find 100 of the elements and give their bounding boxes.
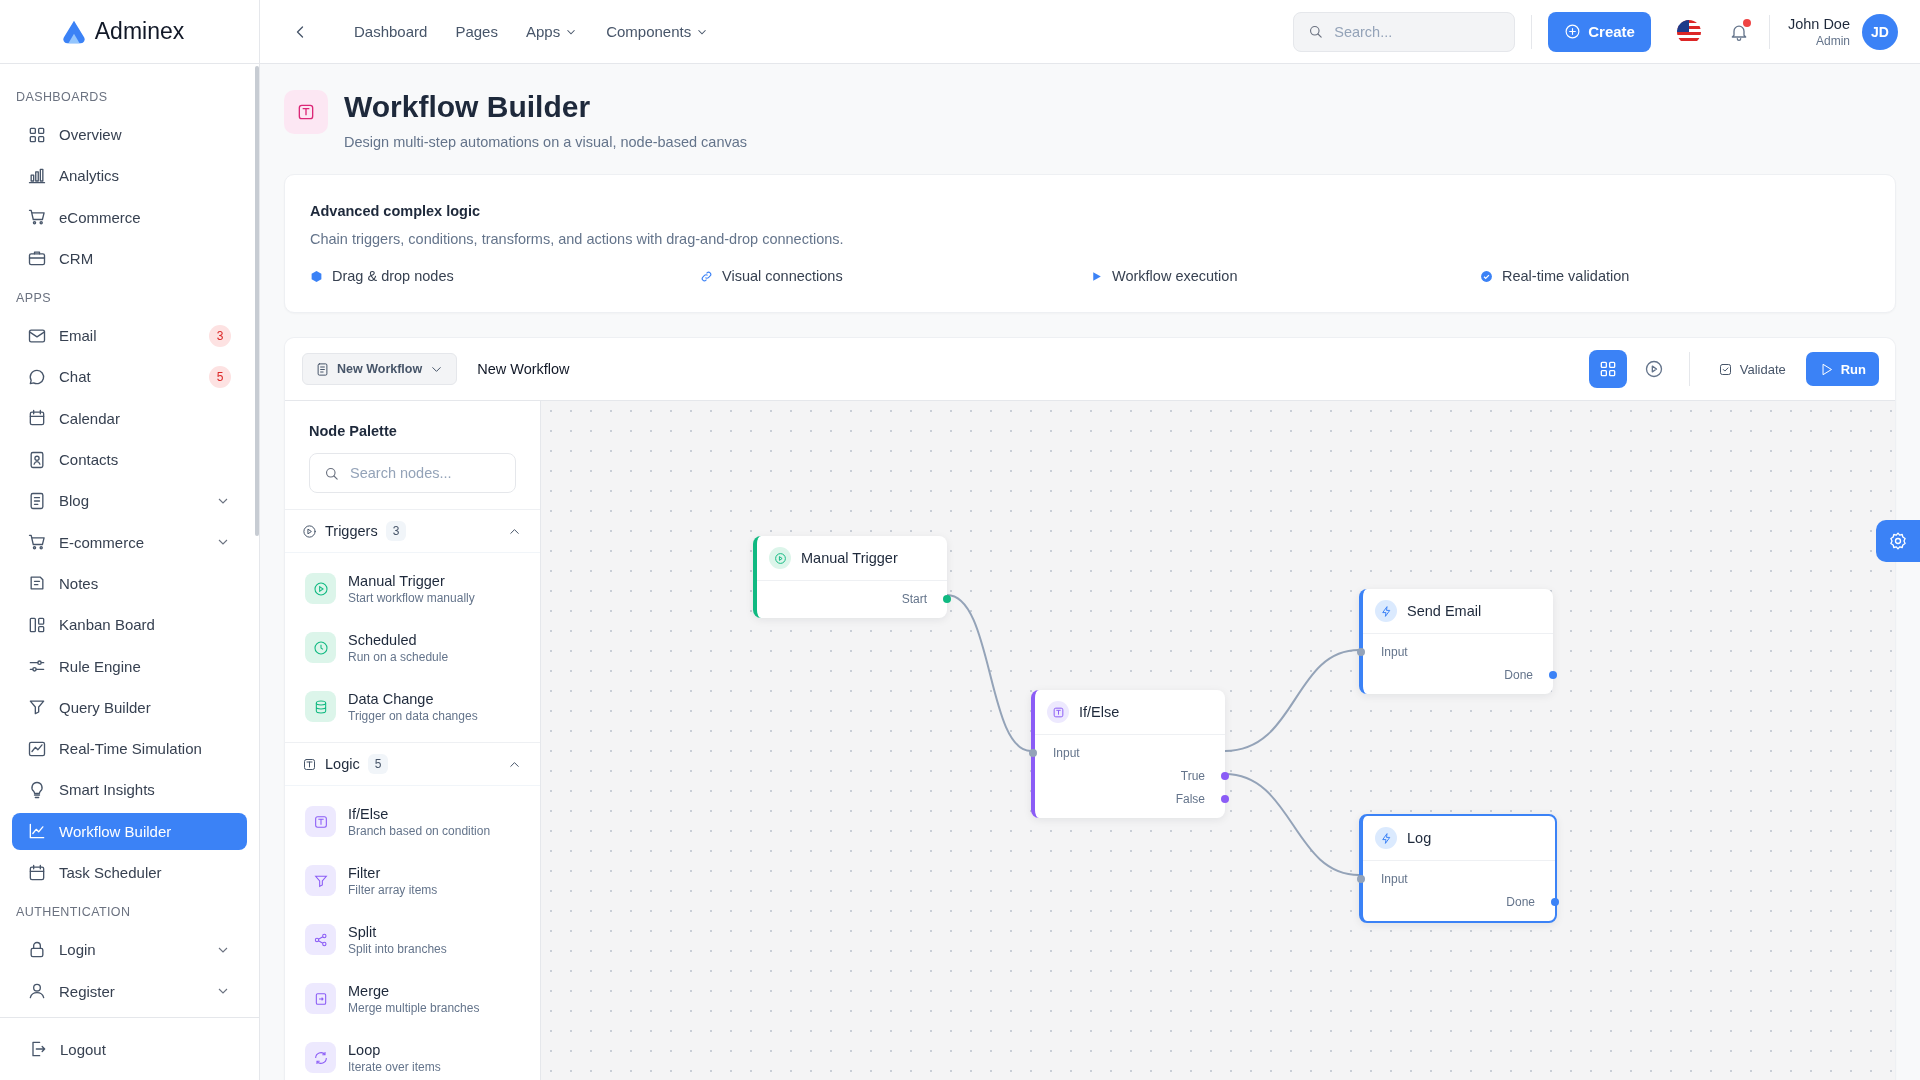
run-button[interactable]: Run: [1805, 352, 1879, 386]
sidebar-item[interactable]: E-commerce: [12, 523, 247, 561]
sidebar-item[interactable]: Query Builder: [12, 688, 247, 726]
create-button[interactable]: Create: [1548, 11, 1651, 52]
node-description: Branch based on condition: [348, 823, 491, 838]
port-label: True: [1180, 768, 1205, 783]
sidebar-item[interactable]: Notes: [12, 564, 247, 602]
node-name: Data Change: [348, 690, 435, 707]
sidebar-item[interactable]: Register: [12, 972, 247, 1010]
count-badge: 5: [367, 754, 389, 774]
share-icon: [305, 924, 336, 955]
clock-icon: [305, 632, 336, 663]
group-header[interactable]: Triggers 3: [285, 510, 540, 553]
nav-link[interactable]: Components: [596, 23, 720, 40]
sidebar-item[interactable]: Smart Insights: [12, 771, 247, 809]
node-title: Send Email: [1407, 603, 1482, 619]
node-description: Filter array items: [348, 882, 438, 897]
workflow-canvas[interactable]: Manual Trigger Start If/Else Input True False Send Email Input Done Log Input Done: [541, 401, 1895, 1080]
sidebar-item[interactable]: Email 3: [12, 317, 247, 355]
node-name: Filter: [348, 864, 382, 881]
input-port[interactable]: [1357, 647, 1365, 656]
cart-icon: [27, 207, 47, 228]
settings-icon: [1888, 531, 1908, 551]
port-label: Done: [1504, 667, 1533, 682]
palette-node-item[interactable]: Data Change Trigger on data changes: [285, 677, 540, 736]
document-icon: [315, 361, 330, 377]
palette-node-item[interactable]: Filter Filter array items: [285, 851, 540, 910]
play-circle-icon: [769, 547, 791, 569]
node-name: Manual Trigger: [348, 572, 446, 589]
workflow-dropdown[interactable]: New Workflow: [302, 353, 458, 385]
funnel-icon: [305, 865, 336, 896]
chat-icon: [27, 367, 47, 387]
output-port[interactable]: [1221, 794, 1229, 803]
workflow-node[interactable]: Log Input Done: [1359, 814, 1557, 923]
palette-node-item[interactable]: Merge Merge multiple branches: [285, 969, 540, 1028]
sidebar-item[interactable]: Login: [12, 931, 247, 969]
user-avatar[interactable]: JD: [1862, 13, 1898, 50]
input-port[interactable]: [1029, 748, 1037, 757]
database-icon: [305, 691, 336, 722]
port-label: Input: [1053, 745, 1080, 760]
branch-icon: [305, 806, 336, 837]
output-port[interactable]: [1221, 771, 1229, 780]
group-header[interactable]: Logic 5: [285, 743, 540, 786]
nav-link[interactable]: Apps: [515, 23, 589, 40]
sidebar-item[interactable]: Chat 5: [12, 358, 247, 396]
logout-link[interactable]: Logout: [0, 1017, 259, 1080]
count-badge: 5: [209, 366, 231, 388]
sidebar-item[interactable]: Calendar: [12, 399, 247, 437]
sidebar-item[interactable]: CRM: [12, 239, 247, 277]
palette-node-item[interactable]: Scheduled Run on a schedule: [285, 618, 540, 677]
feature-label: Workflow execution: [1112, 268, 1238, 284]
search-field[interactable]: Search...: [1293, 11, 1516, 52]
play-circle-icon: [302, 523, 317, 539]
palette-node-item[interactable]: If/Else Branch based on condition: [285, 792, 540, 851]
sidebar-item[interactable]: Overview: [12, 116, 247, 153]
node-name: Loop: [348, 1041, 382, 1058]
cube-icon: [310, 269, 323, 283]
palette-node-item[interactable]: Manual Trigger Start workflow manually: [285, 559, 540, 618]
port-label: Input: [1381, 644, 1408, 659]
brand-name: Adminex: [94, 18, 185, 45]
sidebar-item[interactable]: Real-Time Simulation: [12, 730, 247, 768]
link-icon: [700, 269, 713, 283]
sidebar-item[interactable]: Workflow Builder: [12, 812, 247, 850]
nav-link[interactable]: Pages: [445, 23, 508, 40]
node-name: Scheduled: [348, 631, 418, 648]
grid-view-button[interactable]: [1588, 350, 1627, 388]
nav-link[interactable]: Dashboard: [344, 23, 438, 40]
merge-icon: [305, 983, 336, 1014]
output-port[interactable]: [1551, 897, 1559, 906]
input-port[interactable]: [1357, 874, 1365, 883]
output-port[interactable]: [943, 594, 951, 603]
page-title: Workflow Builder: [344, 90, 592, 124]
card-description: Chain triggers, conditions, transforms, and actions with drag-and-drop connections.: [310, 231, 845, 247]
sidebar-item[interactable]: Blog: [12, 482, 247, 520]
count-badge: 3: [209, 324, 231, 347]
palette-node-item[interactable]: Loop Iterate over items: [285, 1028, 540, 1080]
node-search-field[interactable]: Search nodes...: [309, 453, 516, 493]
palette-node-item[interactable]: Split Split into branches: [285, 910, 540, 969]
branch-icon: [1047, 701, 1069, 723]
flag-icon[interactable]: [1676, 19, 1701, 44]
sidebar-item[interactable]: Analytics: [12, 157, 247, 195]
feature-label: Real-time validation: [1502, 268, 1630, 284]
settings-button[interactable]: [1876, 520, 1920, 562]
page-subtitle: Design multi-step automations on a visual, node-based canvas: [344, 134, 747, 150]
output-port[interactable]: [1549, 670, 1557, 679]
palette-title: Node Palette: [309, 423, 398, 439]
port-label: Input: [1381, 871, 1408, 886]
sidebar-item[interactable]: Kanban Board: [12, 606, 247, 644]
sidebar-item[interactable]: Rule Engine: [12, 647, 247, 685]
feature-label: Drag & drop nodes: [332, 268, 454, 284]
sidebar-item[interactable]: Contacts: [12, 441, 247, 479]
check-square-icon: [1717, 361, 1733, 377]
calendar-icon: [27, 862, 47, 883]
validate-button[interactable]: Validate: [1705, 352, 1798, 386]
node-name: Merge: [348, 982, 391, 999]
sidebar-item[interactable]: eCommerce: [12, 198, 247, 236]
check-circle-icon: [1480, 269, 1493, 283]
sidebar-item[interactable]: Task Scheduler: [12, 854, 247, 892]
plus-circle-icon: [1564, 23, 1582, 40]
scrollbar[interactable]: [255, 66, 259, 536]
